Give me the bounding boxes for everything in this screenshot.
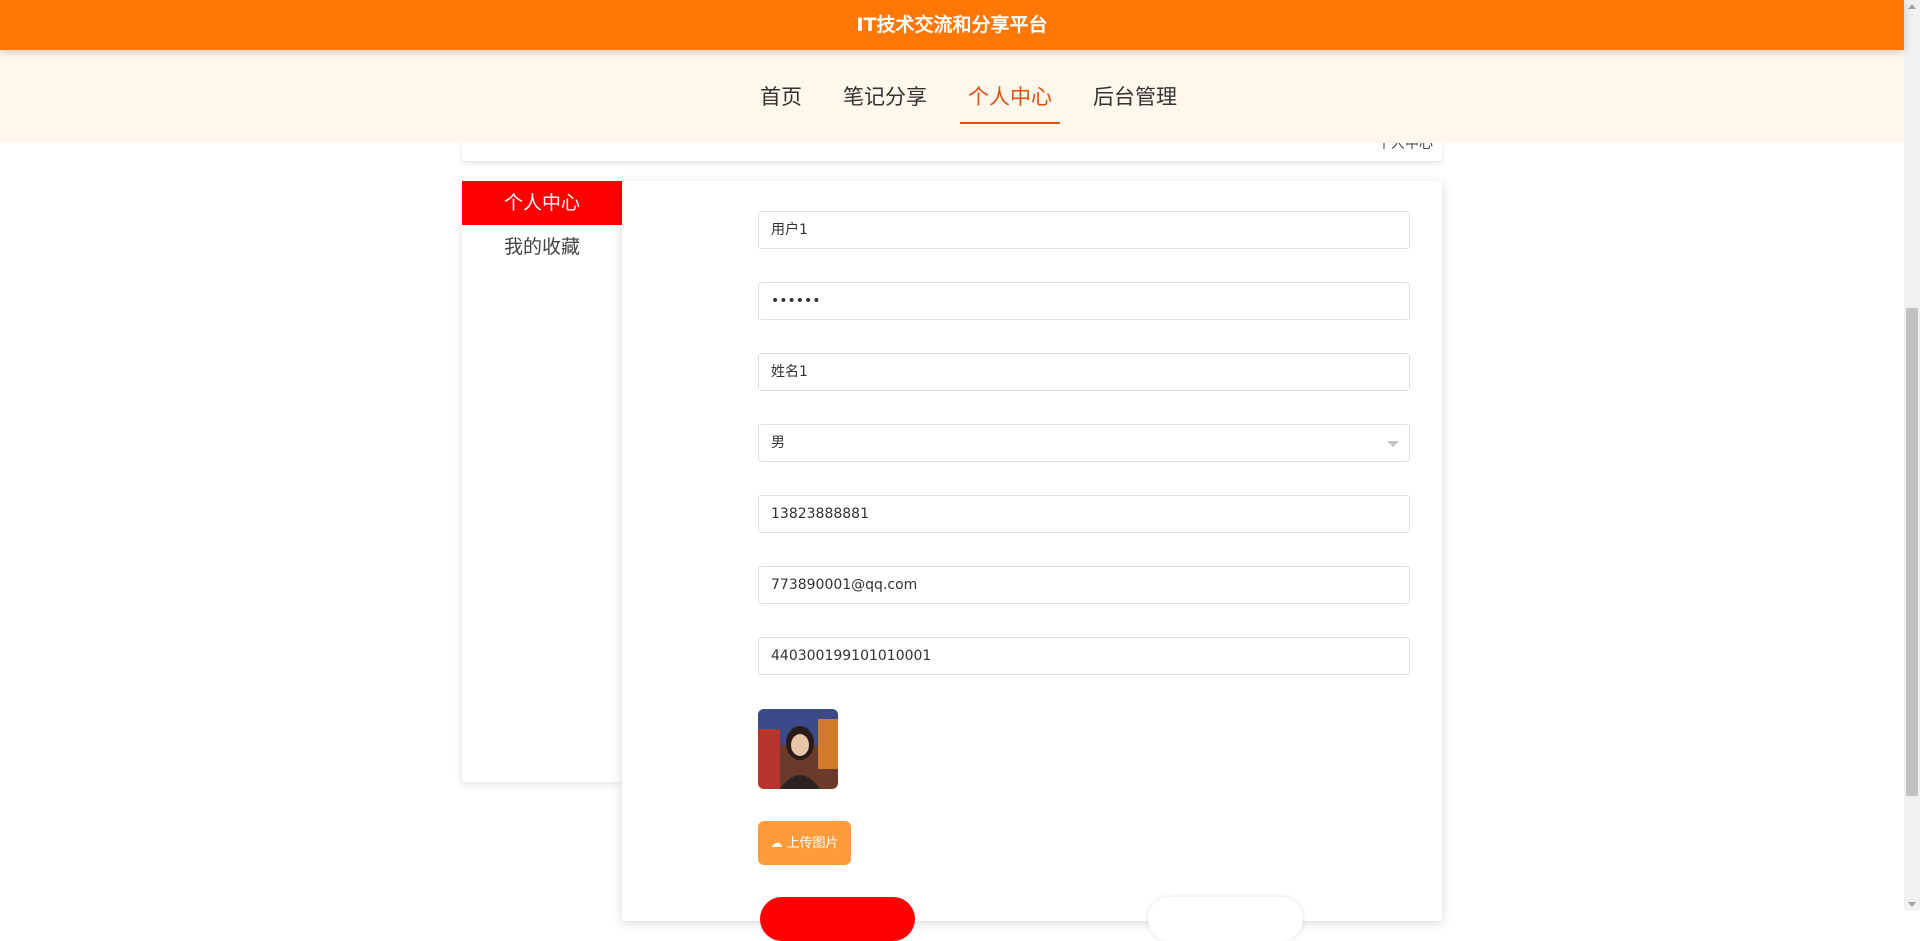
name-input[interactable] [759, 354, 1403, 390]
avatar [758, 709, 838, 789]
main-nav: 首页 笔记分享 个人中心 后台管理 [0, 50, 1904, 143]
password-input[interactable] [759, 283, 1403, 319]
phone-input[interactable] [759, 496, 1403, 532]
form-row-password: 密码 [622, 282, 1442, 322]
nav-home[interactable]: 首页 [752, 80, 810, 122]
nav-personal-center[interactable]: 个人中心 [960, 80, 1060, 124]
site-title: IT技术交流和分享平台 [856, 14, 1048, 36]
profile-form: 用户名 密码 姓名 性别 男 手机 邮箱 身份证 [622, 181, 1442, 941]
upload-image-button[interactable]: ☁ 上传图片 [758, 821, 851, 865]
form-row-email: 邮箱 [622, 566, 1442, 606]
gender-value: 男 [771, 435, 785, 451]
secondary-button[interactable] [1148, 897, 1303, 941]
chevron-down-icon [1387, 441, 1399, 447]
sidebar-item-personal-center[interactable]: 个人中心 [462, 181, 622, 225]
form-row-gender: 性别 男 [622, 424, 1442, 464]
form-row-username: 用户名 [622, 211, 1442, 251]
nav-notes[interactable]: 笔记分享 [835, 80, 935, 122]
sidebar-item-favorites[interactable]: 我的收藏 [462, 225, 622, 269]
upload-image-label: 上传图片 [786, 836, 839, 851]
username-input[interactable] [759, 212, 1403, 248]
cloud-upload-icon: ☁ [770, 836, 783, 850]
nav-admin[interactable]: 后台管理 [1085, 80, 1185, 122]
email-input[interactable] [759, 567, 1403, 603]
form-row-name: 姓名 [622, 353, 1442, 393]
scroll-thumb[interactable] [1906, 308, 1918, 796]
top-banner: IT技术交流和分享平台 [0, 0, 1904, 50]
scroll-down-icon[interactable] [1908, 902, 1916, 907]
sidebar: 个人中心 我的收藏 [462, 181, 622, 782]
form-row-phone: 手机 [622, 495, 1442, 535]
form-row-idcard: 身份证 [622, 637, 1442, 677]
gender-select[interactable]: 男 [758, 424, 1410, 462]
idcard-input[interactable] [759, 638, 1403, 674]
page-scrollbar[interactable] [1904, 0, 1920, 911]
page-title: 个人中心 [1377, 143, 1433, 152]
submit-button[interactable] [760, 897, 915, 941]
page-title-strip: 个人中心 [462, 143, 1442, 161]
scroll-up-icon[interactable] [1908, 4, 1916, 9]
